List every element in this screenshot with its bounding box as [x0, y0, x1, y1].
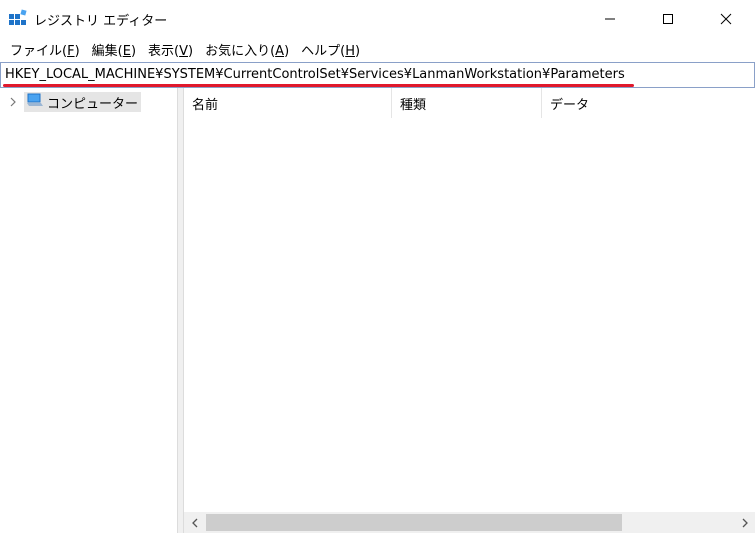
registry-editor-icon [8, 9, 28, 29]
tree-node-computer[interactable]: コンピューター [24, 92, 142, 112]
scroll-left-button[interactable] [184, 512, 205, 533]
pane-splitter[interactable] [177, 88, 184, 533]
window-title: レジストリ エディター [34, 14, 168, 29]
menu-edit[interactable]: 編集(E) [86, 40, 142, 59]
menu-help[interactable]: ヘルプ(H) [295, 40, 366, 59]
tree-label: コンピューター [47, 96, 139, 112]
path-highlight-underline [3, 84, 634, 87]
tree-item-computer[interactable]: コンピューター [6, 92, 142, 112]
chevron-right-icon [742, 518, 748, 527]
scroll-thumb[interactable] [206, 514, 622, 531]
address-path[interactable]: HKEY_LOCAL_MACHINE¥SYSTEM¥CurrentControl… [5, 67, 625, 82]
key-tree-pane[interactable]: コンピューター [0, 88, 177, 533]
menu-bar: ファイル(F) 編集(E) 表示(V) お気に入り(A) ヘルプ(H) [0, 37, 755, 62]
computer-icon [27, 93, 43, 111]
menu-favorites[interactable]: お気に入り(A) [199, 40, 295, 59]
column-header-type[interactable]: 種類 [392, 88, 542, 118]
minimize-button[interactable] [581, 0, 639, 37]
value-list-pane[interactable]: 名前 種類 データ [184, 88, 755, 533]
maximize-button[interactable] [639, 0, 697, 37]
chevron-left-icon [191, 518, 197, 527]
minimize-icon [605, 18, 615, 19]
menu-file[interactable]: ファイル(F) [4, 40, 86, 59]
close-icon [720, 13, 732, 24]
horizontal-scrollbar[interactable] [184, 512, 755, 533]
menu-view[interactable]: 表示(V) [142, 40, 199, 59]
list-header: 名前 種類 データ [184, 88, 755, 118]
column-header-name[interactable]: 名前 [184, 88, 392, 118]
column-header-data[interactable]: データ [542, 88, 755, 118]
close-button[interactable] [697, 0, 755, 37]
scroll-right-button[interactable] [734, 512, 755, 533]
chevron-right-icon[interactable] [6, 95, 20, 109]
maximize-icon [663, 13, 673, 24]
title-bar: レジストリ エディター [0, 0, 755, 37]
